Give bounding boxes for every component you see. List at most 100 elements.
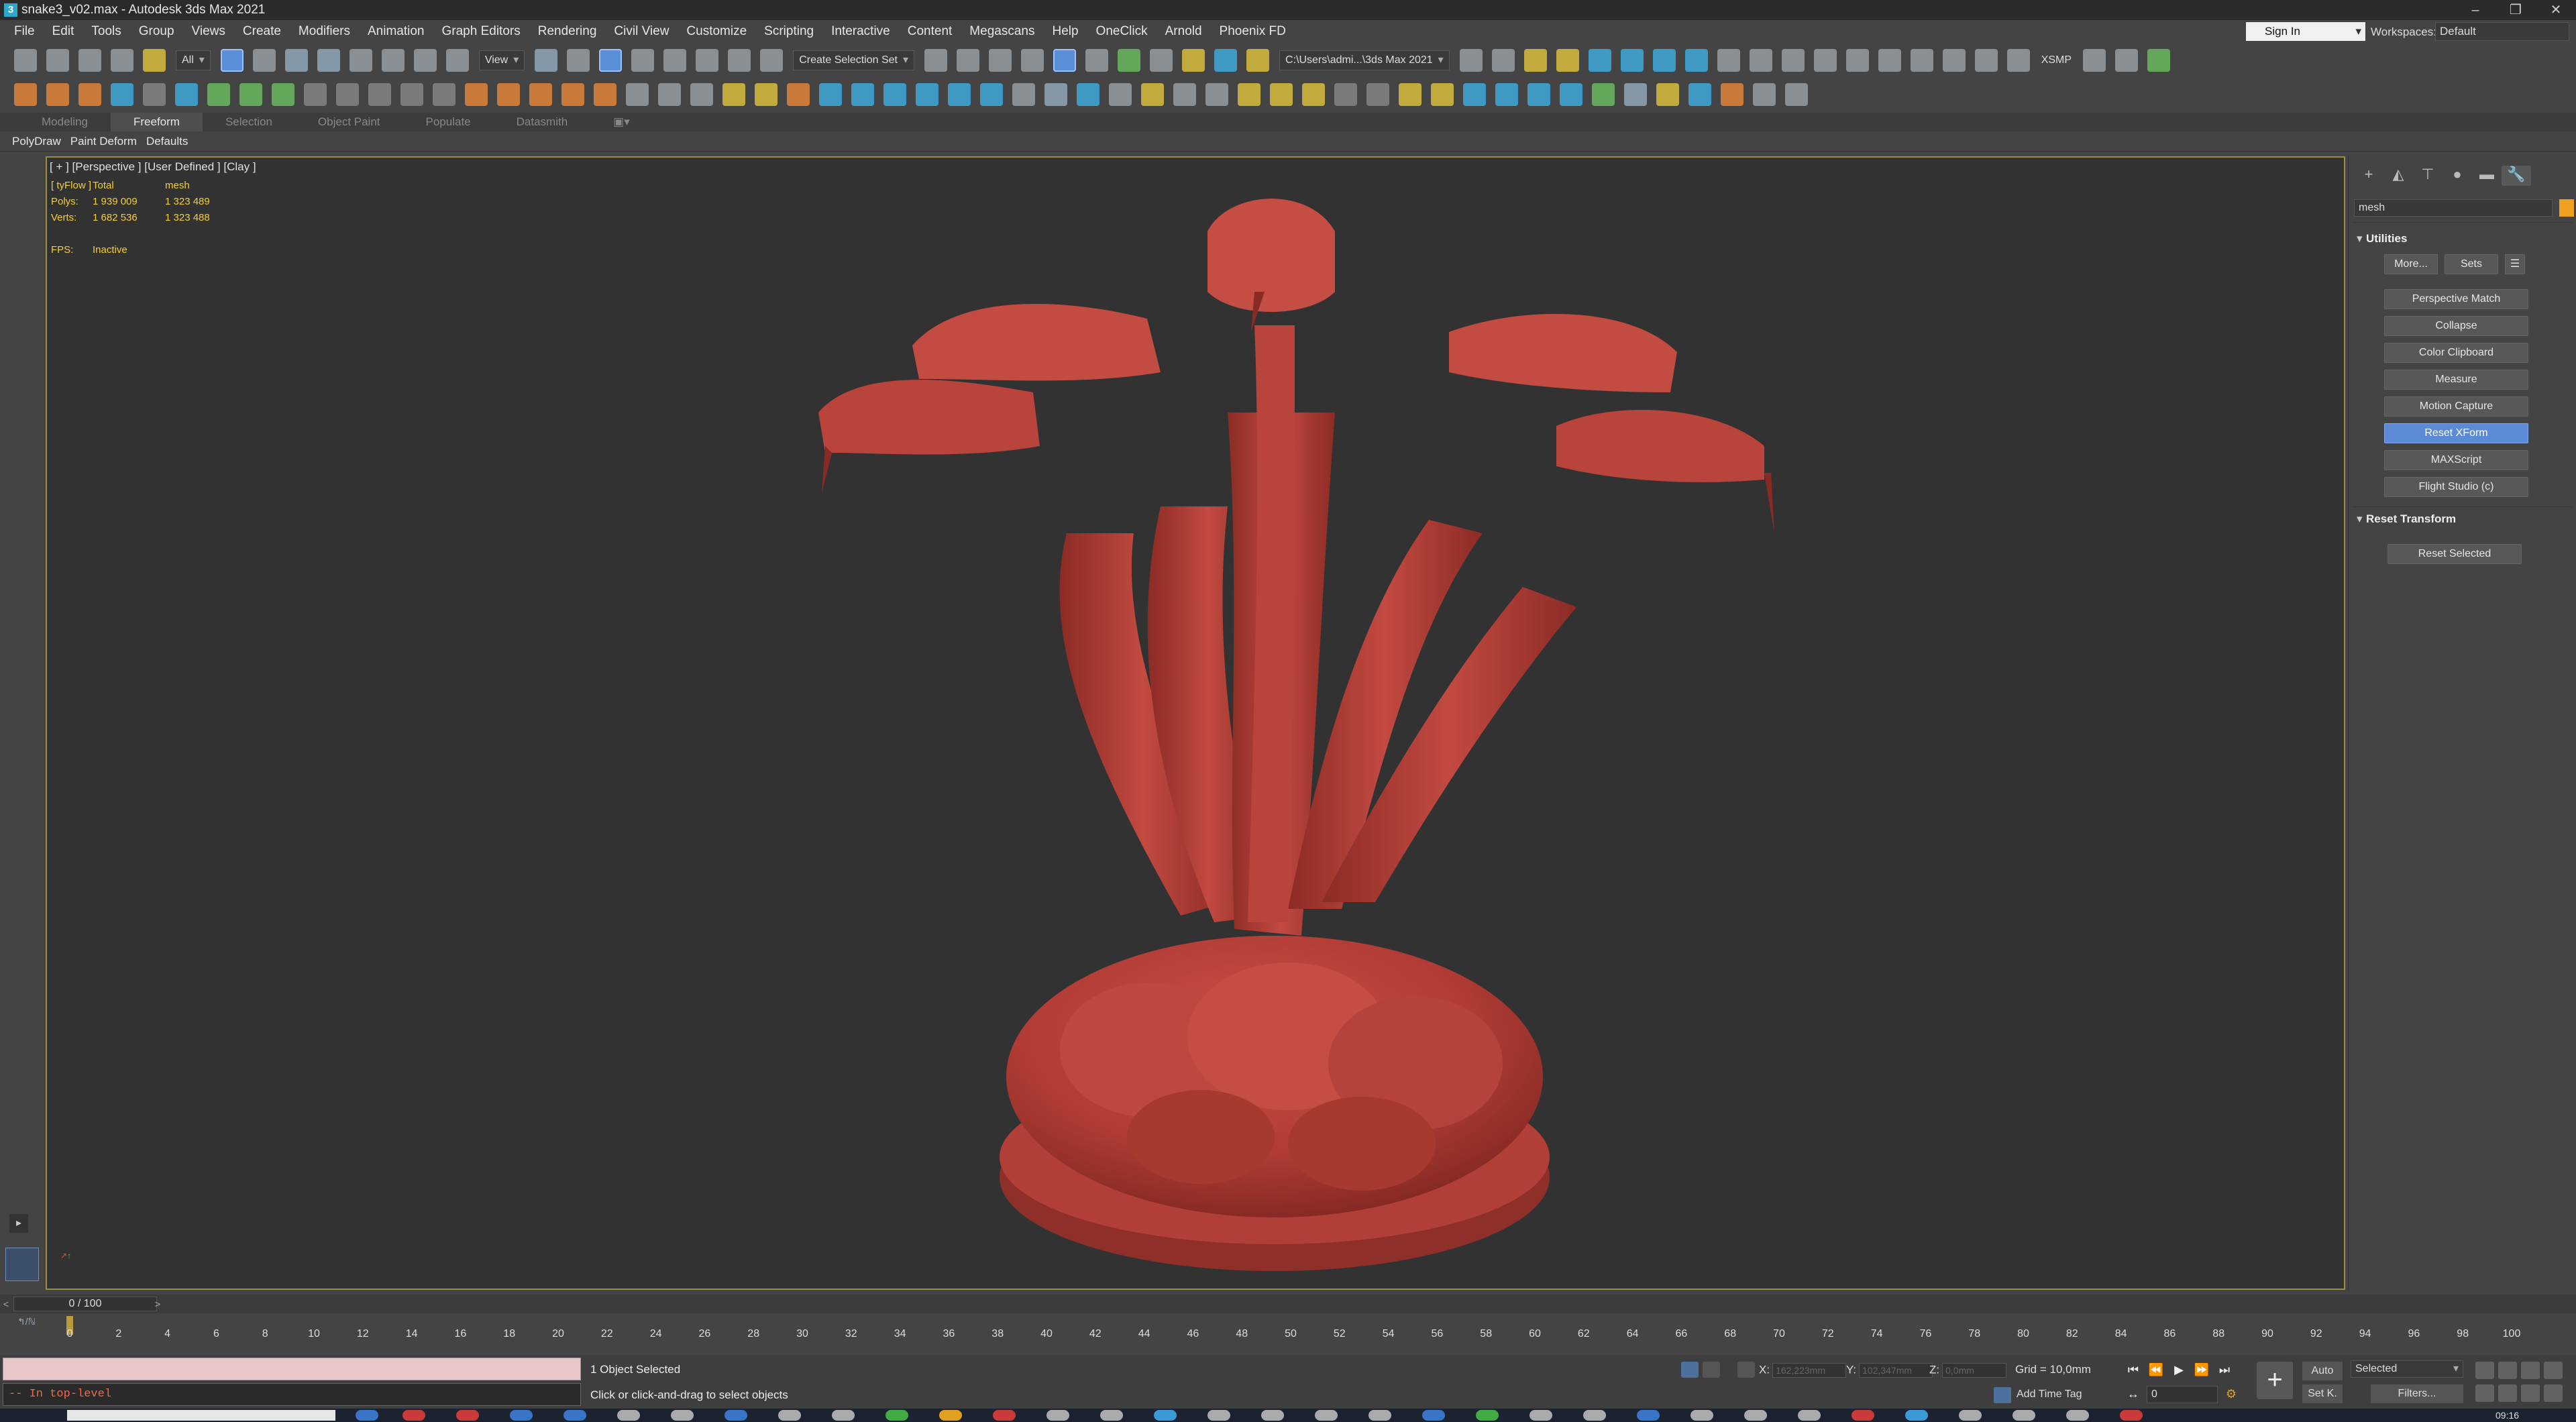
project-path-dropdown[interactable]: C:\Users\admi...\3ds Max 2021 (1279, 50, 1450, 70)
layout-icon[interactable] (2006, 49, 2030, 72)
menu-rendering[interactable]: Rendering (529, 24, 606, 39)
more-tools-icon[interactable] (1491, 49, 1515, 72)
taskbar-app-icon[interactable] (1100, 1410, 1123, 1421)
percent-snap-icon[interactable] (696, 49, 719, 72)
play-animation-icon[interactable]: ▶ (2169, 1360, 2188, 1379)
phoenix-emitter-icon[interactable] (755, 83, 777, 106)
taskbar-app-icon[interactable] (778, 1410, 801, 1421)
rotate-icon[interactable] (381, 49, 405, 72)
workspace-dropdown[interactable]: Default (2435, 22, 2569, 41)
redo-icon[interactable] (46, 49, 69, 72)
material-editor-icon[interactable] (1150, 49, 1173, 72)
maxscript-output[interactable]: -- In top-level (3, 1383, 581, 1406)
palette-icon[interactable] (1656, 83, 1679, 106)
go-to-end-icon[interactable]: ⏭ (2215, 1360, 2234, 1379)
menu-arnold[interactable]: Arnold (1157, 24, 1211, 39)
moon-icon[interactable] (2083, 49, 2106, 72)
displacement-icon[interactable] (1495, 83, 1518, 106)
tyflow-wind-icon[interactable] (175, 83, 198, 106)
menu-help[interactable]: Help (1043, 24, 1087, 39)
image-icon[interactable] (1781, 49, 1805, 72)
menu-customize[interactable]: Customize (678, 24, 755, 39)
play-icon[interactable] (304, 83, 327, 106)
fire-run-icon[interactable] (594, 83, 616, 106)
taskbar-app-icon[interactable] (356, 1410, 378, 1421)
fov-icon[interactable] (2475, 1384, 2494, 1402)
tray-icon[interactable] (2115, 49, 2139, 72)
flight-studio-button[interactable]: Flight Studio (c) (2384, 477, 2528, 497)
reset-xform-button[interactable]: Reset XForm (2384, 423, 2528, 443)
tab-selection[interactable]: Selection (203, 113, 295, 131)
phoenix-wind-icon[interactable] (626, 83, 649, 106)
sphere-light-icon[interactable] (1302, 83, 1325, 106)
sun-icon[interactable] (1399, 83, 1421, 106)
key-filters-button[interactable]: Filters... (2371, 1384, 2463, 1403)
select-object-icon[interactable] (220, 49, 244, 72)
taskbar-app-icon[interactable] (1583, 1410, 1606, 1421)
menu-oneclick[interactable]: OneClick (1087, 24, 1157, 39)
taskbar-app-icon[interactable] (1368, 1410, 1391, 1421)
snaps-toggle-icon[interactable] (631, 49, 655, 72)
vray-camera-icon[interactable] (1077, 83, 1099, 106)
taskbar-app-icon[interactable] (2120, 1410, 2143, 1421)
tyflow-create-icon[interactable] (14, 83, 37, 106)
configure-sets-icon[interactable]: ☰ (2505, 254, 2525, 274)
vray-ies-icon[interactable] (1173, 83, 1196, 106)
menu-content[interactable]: Content (899, 24, 961, 39)
taskbar-app-icon[interactable] (1476, 1410, 1499, 1421)
zoom-all-icon[interactable] (2498, 1362, 2517, 1379)
tab-datasmith[interactable]: Datasmith (494, 113, 591, 131)
light-icon[interactable] (1878, 49, 1901, 72)
phoenix-splash-icon[interactable] (948, 83, 971, 106)
ribbon-options-icon[interactable]: ▣▾ (590, 113, 653, 131)
selection-filter-dropdown[interactable]: All (176, 50, 211, 70)
maximize-viewport-icon[interactable] (2544, 1384, 2563, 1402)
taskbar-app-icon[interactable] (1261, 1410, 1284, 1421)
toggle-scene-explorer-icon[interactable] (989, 49, 1012, 72)
phoenix-liquid-icon[interactable] (851, 83, 874, 106)
perspective-match-button[interactable]: Perspective Match (2384, 289, 2528, 309)
prev-frame-arrow-icon[interactable]: < (0, 1297, 12, 1311)
taskbar-app-icon[interactable] (1959, 1410, 1982, 1421)
rendered-frame-window-icon[interactable] (1214, 49, 1238, 72)
taskbar-app-icon[interactable] (1208, 1410, 1230, 1421)
viewer-icon[interactable] (1845, 49, 1869, 72)
modify-tab-icon[interactable]: ◭ (2383, 166, 2413, 186)
vray-physical-icon[interactable] (1109, 83, 1132, 106)
taskbar-app-icon[interactable] (2066, 1410, 2089, 1421)
vray-light-icon[interactable] (1141, 83, 1164, 106)
region-icon[interactable] (1974, 49, 1998, 72)
stop-icon[interactable] (368, 83, 391, 106)
maxscript-listener-input[interactable] (3, 1358, 581, 1380)
tab-populate[interactable]: Populate (403, 113, 494, 131)
taskbar-app-icon[interactable] (1422, 1410, 1445, 1421)
phoenix-mist-icon[interactable] (980, 83, 1003, 106)
display-tab-icon[interactable]: ▬ (2472, 166, 2502, 186)
motion-tab-icon[interactable]: ● (2443, 166, 2472, 186)
align-icon[interactable] (957, 49, 980, 72)
select-by-name-icon[interactable] (252, 49, 276, 72)
spinner-snap-icon[interactable] (728, 49, 751, 72)
measure-button[interactable]: Measure (2384, 370, 2528, 390)
reset-transform-rollout-header[interactable]: Reset Transform (2354, 509, 2571, 529)
window-crossing-icon[interactable] (317, 49, 340, 72)
reference-coordinate-dropdown[interactable]: View (478, 50, 525, 70)
camera-icon[interactable] (1717, 49, 1740, 72)
auto-key-button[interactable]: Auto (2302, 1362, 2343, 1380)
ribbon-paint-deform[interactable]: Paint Deform (70, 135, 137, 148)
key-filter-dropdown[interactable]: Selected (2351, 1360, 2463, 1378)
wind-icon[interactable] (1684, 49, 1708, 72)
menu-animation[interactable]: Animation (359, 24, 433, 39)
scatter-icon[interactable] (1560, 83, 1582, 106)
next-frame-icon[interactable]: ⏩ (2192, 1360, 2211, 1379)
menu-file[interactable]: File (5, 24, 44, 39)
rectangular-selection-icon[interactable] (284, 49, 308, 72)
place-icon[interactable] (445, 49, 469, 72)
menu-modifiers[interactable]: Modifiers (290, 24, 359, 39)
ipr-icon[interactable] (1910, 49, 1933, 72)
select-manipulate-icon[interactable] (567, 49, 590, 72)
phoenix-ocean-icon[interactable] (883, 83, 906, 106)
menu-edit[interactable]: Edit (44, 24, 83, 39)
taskbar-app-icon[interactable] (1798, 1410, 1821, 1421)
particle-view-icon[interactable] (272, 83, 294, 106)
